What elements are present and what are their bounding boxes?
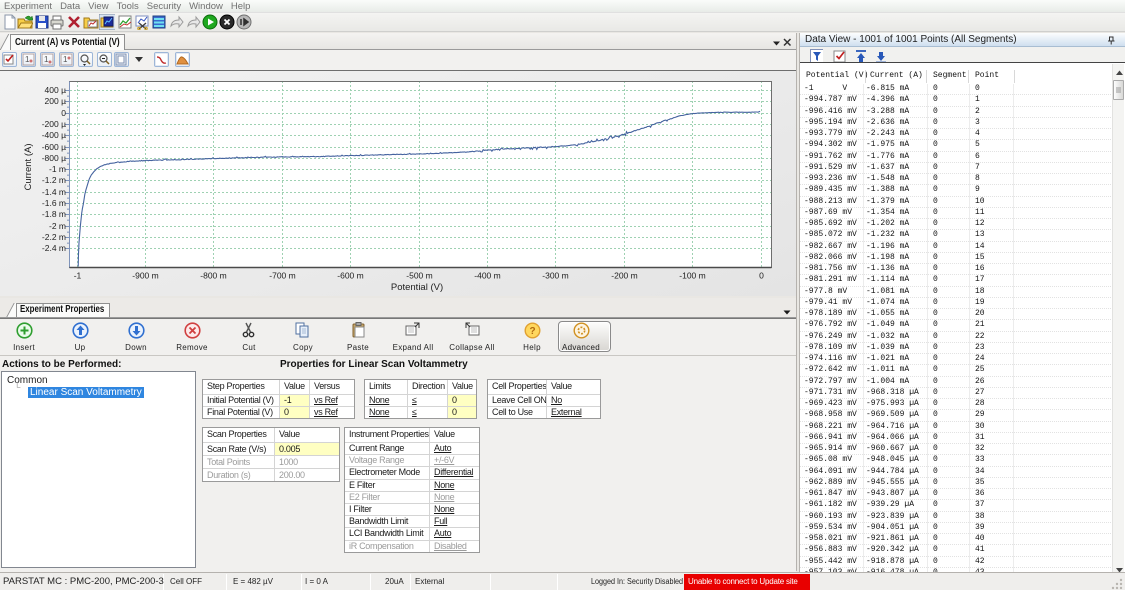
svg-text:-200 m: -200 m [611, 271, 637, 281]
svg-text:-200 µ: -200 µ [42, 119, 66, 129]
svg-text:-400 µ: -400 µ [42, 130, 66, 140]
svg-text:400 µ: 400 µ [45, 85, 67, 95]
svg-text:0: 0 [759, 271, 764, 281]
svg-text:-1.8 m: -1.8 m [42, 209, 66, 219]
svg-text:-1.4 m: -1.4 m [42, 187, 66, 197]
svg-text:-1.2 m: -1.2 m [42, 175, 66, 185]
svg-text:-1.6 m: -1.6 m [42, 198, 66, 208]
svg-text:-400 m: -400 m [474, 271, 500, 281]
svg-text:-1: -1 [74, 271, 82, 281]
svg-text:-100 m: -100 m [679, 271, 705, 281]
svg-text:-900 m: -900 m [132, 271, 158, 281]
svg-text:1: 1 [63, 55, 68, 64]
svg-text:200 µ: 200 µ [45, 96, 67, 106]
svg-text:-600 µ: -600 µ [42, 142, 66, 152]
svg-text:-800 m: -800 m [200, 271, 226, 281]
svg-text:-500 m: -500 m [406, 271, 432, 281]
svg-text:Potential (V): Potential (V) [391, 282, 443, 293]
svg-text:Current (A): Current (A) [23, 144, 34, 191]
svg-text:-300 m: -300 m [542, 271, 568, 281]
svg-text:-800 µ: -800 µ [42, 153, 66, 163]
svg-text:-2.2 m: -2.2 m [42, 232, 66, 242]
svg-text:-600 m: -600 m [337, 271, 363, 281]
svg-text:-2.4 m: -2.4 m [42, 243, 66, 253]
svg-text:-700 m: -700 m [269, 271, 295, 281]
svg-text:-1 m: -1 m [49, 164, 66, 174]
svg-text:1: 1 [25, 55, 30, 64]
svg-text:-2 m: -2 m [49, 221, 66, 231]
svg-text:?: ? [529, 326, 535, 337]
svg-text:1: 1 [44, 55, 49, 64]
svg-text:0: 0 [61, 108, 66, 118]
